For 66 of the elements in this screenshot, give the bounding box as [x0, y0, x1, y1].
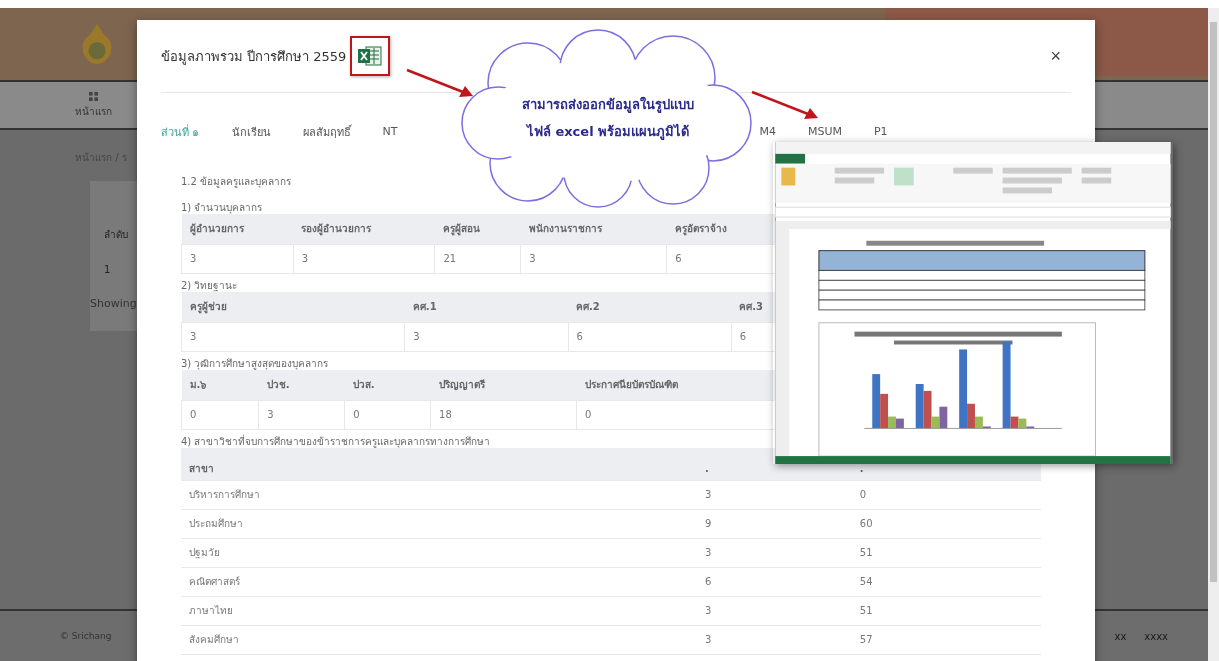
- spreadsheet-icon: [357, 45, 384, 67]
- showing-text: Showing: [90, 297, 137, 310]
- table-cell: 18: [430, 400, 577, 430]
- table-cell: 3: [258, 400, 345, 430]
- close-button[interactable]: ×: [1050, 45, 1061, 67]
- tab[interactable]: ผลสัมฤทธิ์: [302, 123, 351, 139]
- tab[interactable]: NT: [382, 123, 398, 139]
- table-header: ลำดับ: [104, 228, 128, 242]
- table-cell: 0: [181, 400, 259, 430]
- column-header: ครูผู้ช่วย: [181, 292, 405, 323]
- table-cell: 51: [851, 596, 1041, 626]
- table-cell: สังคมศึกษา: [181, 625, 697, 655]
- table-cell: คณิตศาสตร์: [181, 567, 697, 597]
- column-header: รองผู้อำนวยการ: [293, 214, 435, 245]
- tab[interactable]: นักเรียน: [231, 123, 271, 139]
- table-cell: 3: [181, 244, 294, 274]
- callout-text: สามารถส่งออกข้อมูลในรูปแบบ: [522, 95, 694, 115]
- table-cell: 6: [568, 322, 732, 352]
- table-cell: ภาษาไทย: [181, 596, 697, 626]
- table-cell: 3: [293, 244, 435, 274]
- column-header: พนักงานราชการ: [520, 214, 667, 245]
- table-cell: 9: [697, 509, 852, 539]
- section-title: 1.2 ข้อมูลครูและบุคลากร: [181, 176, 292, 188]
- table-cell: ปฐมวัย: [181, 538, 697, 568]
- table-cell: 57: [851, 625, 1041, 655]
- column-header: ผู้อำนวยการ: [181, 214, 294, 245]
- arrow-drawing: [405, 68, 475, 98]
- column-header: คศ.1: [404, 292, 569, 323]
- table-cell: 3: [697, 625, 852, 655]
- table-cell: 3: [697, 480, 852, 510]
- table-cell: 0: [851, 480, 1041, 510]
- tab[interactable]: M4: [759, 123, 776, 139]
- column-header: ปริญญาตรี: [430, 370, 577, 401]
- column-header: ปวส.: [344, 370, 431, 401]
- table-caption: 1) จำนวนบุคลากร: [181, 202, 263, 214]
- grid-icon[interactable]: [89, 91, 98, 101]
- column-header: ม.๖: [181, 370, 259, 401]
- table-cell: ประถมศึกษา: [181, 509, 697, 539]
- table-cell: 6: [697, 567, 852, 597]
- table-cell: 21: [434, 244, 521, 274]
- nav-link[interactable]: หน้าแรก: [75, 103, 112, 119]
- column-header: ครูผู้สอน: [434, 214, 521, 245]
- table-cell: 0: [344, 400, 431, 430]
- column-header: ปวช.: [258, 370, 345, 401]
- table-cell: บริหารการศึกษา: [181, 480, 697, 510]
- table-cell: 3: [697, 596, 852, 626]
- table-caption: 4) สาขาวิชาที่จบการศึกษาของข้าราชการครูและบุคลากรทางการศึกษา: [181, 436, 491, 448]
- arrow-drawing: [750, 90, 820, 120]
- callout-text: ไฟล์ excel พร้อมแผนภูมิได้: [526, 123, 690, 142]
- table-cell: 3: [520, 244, 667, 274]
- table-cell: 51: [851, 538, 1041, 568]
- tab[interactable]: P1: [873, 123, 888, 139]
- excel-export-button[interactable]: [350, 36, 391, 76]
- column-header: สาขา: [181, 448, 697, 481]
- column-header: คศ.2: [568, 292, 732, 323]
- table-caption: 3) วุฒิการศึกษาสูงสุดของบุคลากร: [181, 358, 329, 370]
- table-cell: 54: [851, 567, 1041, 597]
- scrollbar[interactable]: [1208, 8, 1219, 661]
- table-caption: 2) วิทยฐานะ: [181, 280, 238, 292]
- tab[interactable]: MSUM: [807, 123, 842, 139]
- table-cell: 1: [104, 264, 111, 275]
- modal-title: ข้อมูลภาพรวม ปีการศึกษา 2559: [161, 47, 347, 67]
- table-cell: 3: [404, 322, 569, 352]
- table-cell: 60: [851, 509, 1041, 539]
- table-cell: 3: [697, 538, 852, 568]
- table-cell: 3: [181, 322, 405, 352]
